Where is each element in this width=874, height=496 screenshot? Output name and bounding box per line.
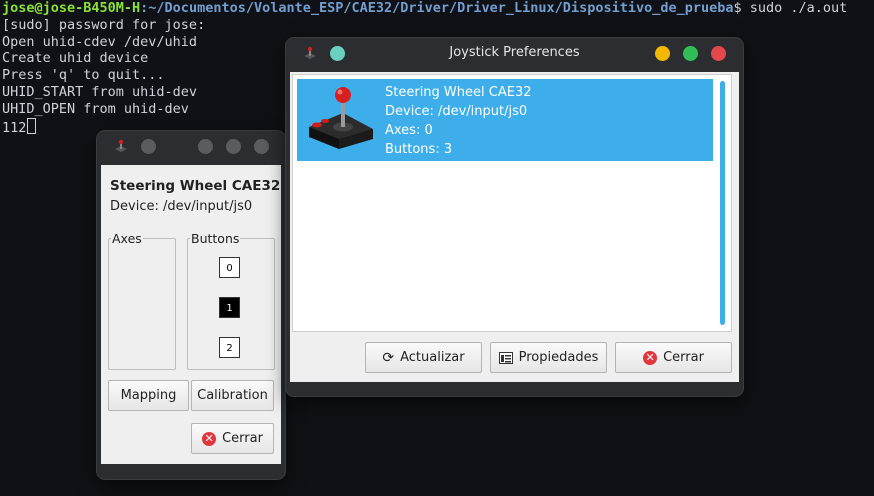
close-icon: ✕ [643, 350, 658, 365]
joystick-button-indicator: 1 [219, 297, 240, 318]
device-path: Device: /dev/input/js0 [110, 199, 253, 214]
properties-button[interactable]: Propiedades [490, 342, 607, 373]
titlebar[interactable]: Joystick Preferences [286, 38, 743, 74]
close-icon: ✕ [202, 431, 217, 446]
close-button[interactable]: ✕ Cerrar [191, 423, 274, 454]
properties-icon [498, 351, 513, 364]
terminal-line: Create uhid device [2, 50, 149, 67]
terminal-prompt-user: jose@jose-B450M-H [2, 0, 141, 16]
maximize-button[interactable] [683, 46, 698, 61]
terminal-line: 112 [2, 119, 27, 136]
keep-above-button[interactable] [141, 139, 156, 154]
refresh-button[interactable]: ⟳ Actualizar [365, 342, 482, 373]
terminal-command: $ sudo ./a.out [733, 0, 848, 16]
close-window-button[interactable] [254, 139, 269, 154]
joystick-preferences-window: Joystick Preferences Steering Wheel CAE3… [285, 37, 744, 397]
mapping-button[interactable]: Mapping [108, 380, 189, 411]
axes-label: Axes [111, 231, 143, 246]
terminal-line: UHID_START from uhid-dev [2, 83, 198, 100]
device-list-item[interactable]: Steering Wheel CAE32 Device: /dev/input/… [297, 79, 713, 161]
axes-group: Axes [108, 231, 176, 370]
device-name: Steering Wheel CAE32 [110, 178, 281, 194]
refresh-label: Actualizar [400, 350, 465, 365]
joystick-app-icon [115, 139, 127, 152]
close-button[interactable]: ✕ Cerrar [615, 342, 732, 373]
device-path: Device: /dev/input/js0 [385, 104, 528, 119]
calibration-label: Calibration [197, 388, 268, 403]
window-content: Steering Wheel CAE32 Device: /dev/input/… [290, 72, 739, 382]
minimize-button[interactable] [198, 139, 213, 154]
terminal-cursor [27, 117, 37, 134]
terminal-line: Press 'q' to quit... [2, 67, 165, 84]
calibration-button[interactable]: Calibration [191, 380, 274, 411]
close-label: Cerrar [222, 431, 263, 446]
buttons-group: Buttons 0 1 2 [187, 231, 275, 370]
device-axes: Axes: 0 [385, 123, 433, 138]
properties-label: Propiedades [518, 350, 599, 365]
window-content: Steering Wheel CAE32 Device: /dev/input/… [101, 165, 281, 464]
mapping-label: Mapping [120, 388, 177, 403]
joystick-test-window: Steering Wheel CAE32 Device: /dev/input/… [96, 130, 286, 480]
scrollbar[interactable] [720, 81, 725, 325]
refresh-icon: ⟳ [382, 349, 395, 366]
terminal-prompt-path: :~/Documentos/Volante_ESP/CAE32/Driver/D… [140, 0, 734, 16]
device-list[interactable]: Steering Wheel CAE32 Device: /dev/input/… [292, 74, 732, 332]
joystick-icon [309, 87, 373, 149]
maximize-button[interactable] [226, 139, 241, 154]
joystick-button-indicator: 0 [219, 257, 240, 278]
buttons-label: Buttons [190, 231, 241, 246]
close-window-button[interactable] [711, 46, 726, 61]
titlebar[interactable] [97, 131, 285, 167]
terminal-line: UHID_OPEN from uhid-dev [2, 100, 189, 117]
minimize-button[interactable] [655, 46, 670, 61]
joystick-button-indicator: 2 [219, 337, 240, 358]
device-buttons: Buttons: 3 [385, 142, 453, 157]
window-title: Joystick Preferences [449, 45, 580, 60]
terminal-line: Open uhid-cdev /dev/uhid [2, 33, 198, 50]
device-info: Steering Wheel CAE32 Device: /dev/input/… [385, 83, 532, 159]
close-label: Cerrar [663, 350, 704, 365]
terminal-line: [sudo] password for jose: [2, 16, 206, 33]
device-name: Steering Wheel CAE32 [385, 85, 532, 100]
